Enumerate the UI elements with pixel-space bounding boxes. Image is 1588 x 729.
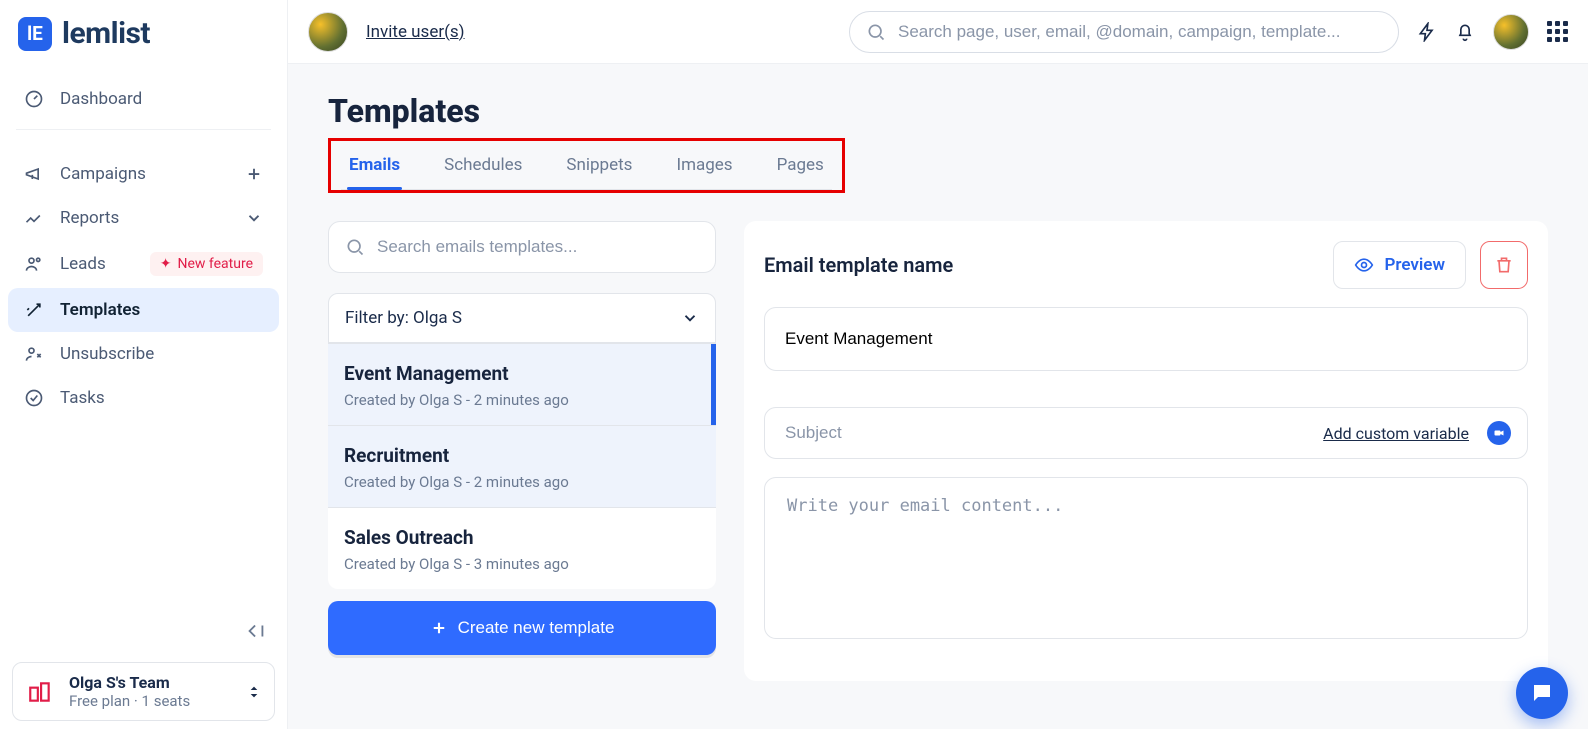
chevron-down-icon <box>681 309 699 327</box>
tab-snippets[interactable]: Snippets <box>566 143 632 189</box>
users-icon <box>24 254 44 274</box>
sidebar-item-label: Campaigns <box>60 164 146 184</box>
page-title: Templates <box>328 92 1548 130</box>
template-item-name: Recruitment <box>344 444 700 467</box>
badge-label: New feature <box>178 256 253 272</box>
template-item[interactable]: Event Management Created by Olga S - 2 m… <box>328 343 716 425</box>
sidebar-item-label: Leads <box>60 254 106 274</box>
sidebar-item-campaigns[interactable]: Campaigns <box>8 152 279 196</box>
tabs-highlight-box: Emails Schedules Snippets Images Pages <box>328 138 845 193</box>
video-variable-icon[interactable] <box>1487 421 1511 445</box>
sidebar-item-unsubscribe[interactable]: Unsubscribe <box>8 332 279 376</box>
add-custom-variable-link[interactable]: Add custom variable <box>1323 424 1469 443</box>
template-item[interactable]: Recruitment Created by Olga S - 2 minute… <box>328 425 716 507</box>
user-avatar[interactable] <box>1493 14 1529 50</box>
gauge-icon <box>24 89 44 109</box>
user-x-icon <box>24 344 44 364</box>
sidebar-item-dashboard[interactable]: Dashboard <box>8 77 279 121</box>
templates-search-input[interactable] <box>377 237 699 257</box>
tab-images[interactable]: Images <box>676 143 732 189</box>
tab-pages[interactable]: Pages <box>777 143 824 189</box>
template-item-name: Sales Outreach <box>344 526 700 549</box>
template-item[interactable]: Sales Outreach Created by Olga S - 3 min… <box>328 507 716 589</box>
eye-icon <box>1354 255 1374 275</box>
trash-icon <box>1494 255 1514 275</box>
global-search[interactable] <box>849 11 1399 53</box>
collapse-sidebar-icon[interactable] <box>245 620 267 642</box>
template-tabs: Emails Schedules Snippets Images Pages <box>341 143 832 190</box>
team-name: Olga S's Team <box>69 673 190 692</box>
search-icon <box>345 237 365 257</box>
template-item-name: Event Management <box>344 362 700 385</box>
subject-input[interactable] <box>785 423 1311 443</box>
logo[interactable]: lE lemlist <box>0 0 287 69</box>
apps-grid-icon[interactable] <box>1547 21 1568 42</box>
sparkle-icon: ✦ <box>160 256 172 272</box>
sidebar-item-label: Tasks <box>60 388 105 408</box>
chat-fab[interactable] <box>1516 667 1568 719</box>
delete-button[interactable] <box>1480 241 1528 289</box>
check-circle-icon <box>24 388 44 408</box>
chart-line-icon <box>24 208 44 228</box>
sidebar-item-templates[interactable]: Templates <box>8 288 279 332</box>
invite-users-link[interactable]: Invite user(s) <box>366 22 465 42</box>
sidebar-item-reports[interactable]: Reports <box>8 196 279 240</box>
templates-search[interactable] <box>328 221 716 273</box>
plus-icon[interactable] <box>245 165 263 183</box>
subject-row[interactable]: Add custom variable <box>764 407 1528 459</box>
tab-emails[interactable]: Emails <box>349 143 400 189</box>
megaphone-icon <box>24 164 44 184</box>
editor-panel: Email template name Preview <box>744 221 1548 681</box>
sidebar-item-label: Templates <box>60 300 140 320</box>
template-name-input[interactable] <box>785 329 1507 349</box>
divider <box>16 129 271 130</box>
email-body-input[interactable] <box>787 496 1505 616</box>
bell-icon[interactable] <box>1455 22 1475 42</box>
new-feature-badge: ✦ New feature <box>150 252 263 276</box>
team-plan: Free plan · 1 seats <box>69 692 190 710</box>
template-item-meta: Created by Olga S - 2 minutes ago <box>344 391 700 409</box>
template-item-meta: Created by Olga S - 3 minutes ago <box>344 555 700 573</box>
chevron-down-icon[interactable] <box>245 209 263 227</box>
sidebar-item-label: Unsubscribe <box>60 344 154 364</box>
chat-icon <box>1530 681 1554 705</box>
template-name-field[interactable] <box>764 307 1528 371</box>
sidebar-item-tasks[interactable]: Tasks <box>8 376 279 420</box>
template-list: Event Management Created by Olga S - 2 m… <box>328 343 716 589</box>
filter-label: Filter by: Olga S <box>345 308 462 328</box>
tab-schedules[interactable]: Schedules <box>444 143 522 189</box>
template-item-meta: Created by Olga S - 2 minutes ago <box>344 473 700 491</box>
global-search-input[interactable] <box>898 22 1382 42</box>
sidebar-item-leads[interactable]: Leads ✦ New feature <box>8 240 279 288</box>
plus-icon <box>430 619 448 637</box>
search-icon <box>866 22 886 42</box>
topbar: Invite user(s) <box>288 0 1588 64</box>
logo-text: lemlist <box>62 16 150 51</box>
email-body-area[interactable] <box>764 477 1528 639</box>
preview-button[interactable]: Preview <box>1333 241 1466 289</box>
create-template-label: Create new template <box>458 618 615 638</box>
wand-icon <box>24 300 44 320</box>
updown-icon <box>246 684 262 700</box>
invite-avatar[interactable] <box>308 12 348 52</box>
team-selector[interactable]: Olga S's Team Free plan · 1 seats <box>12 662 275 721</box>
bolt-icon[interactable] <box>1417 22 1437 42</box>
filter-dropdown[interactable]: Filter by: Olga S <box>328 293 716 343</box>
create-template-button[interactable]: Create new template <box>328 601 716 655</box>
buildings-icon <box>25 677 55 707</box>
preview-label: Preview <box>1384 255 1445 275</box>
sidebar-item-label: Reports <box>60 208 119 228</box>
sidebar-item-label: Dashboard <box>60 89 142 109</box>
editor-heading: Email template name <box>764 253 953 277</box>
logo-mark-icon: lE <box>18 17 52 51</box>
sidebar: lE lemlist Dashboard Campaigns <box>0 0 288 729</box>
